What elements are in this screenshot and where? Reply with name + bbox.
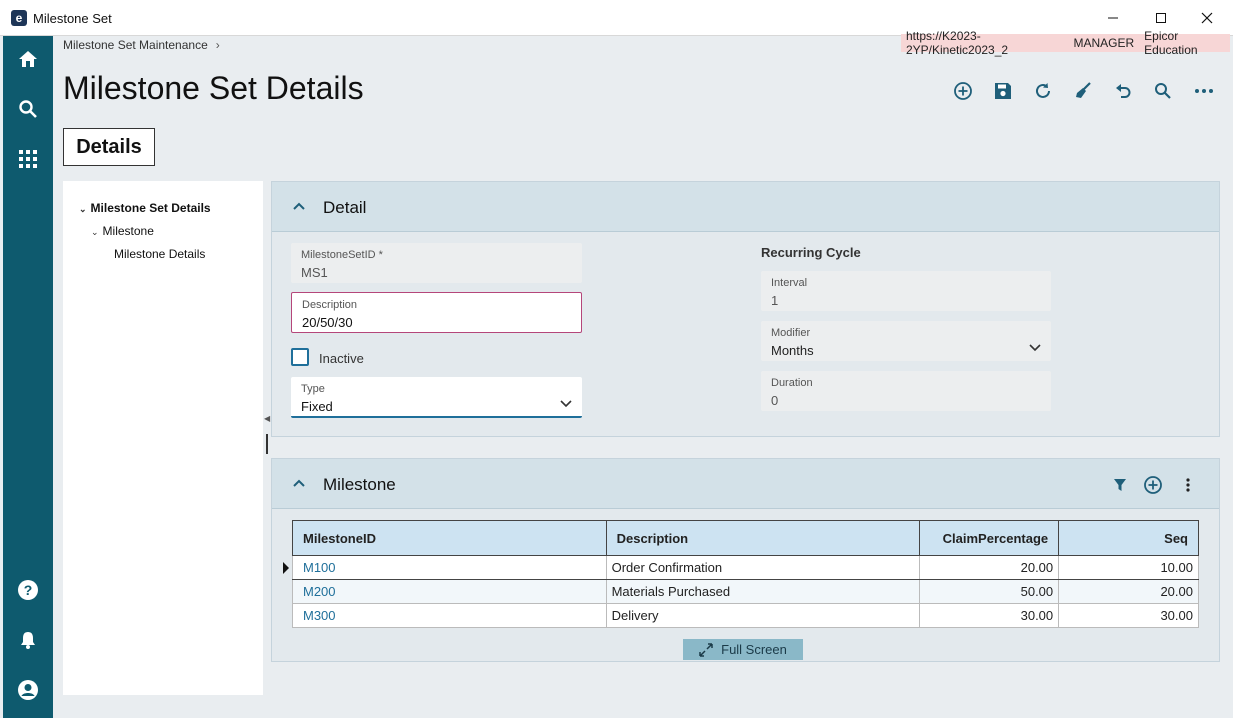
maximize-icon[interactable] <box>1146 6 1176 30</box>
detail-panel-header: Detail <box>272 182 1219 232</box>
home-icon[interactable] <box>3 39 53 79</box>
collapse-tree-icon[interactable]: ◀ <box>264 414 270 423</box>
claim-percentage-cell[interactable]: 20.00 <box>919 555 1060 580</box>
refresh-icon[interactable] <box>1031 79 1055 103</box>
tree-item-milestone-details[interactable]: Milestone Details <box>114 247 205 261</box>
field-value: 1 <box>771 293 779 308</box>
full-screen-label: Full Screen <box>721 642 787 657</box>
tree-item-label: Milestone Set Details <box>90 201 211 215</box>
environment-company: Epicor Education <box>1144 29 1198 57</box>
field-value: 0 <box>771 393 779 408</box>
description-cell[interactable]: Order Confirmation <box>605 555 921 580</box>
column-header-claimpercentage[interactable]: ClaimPercentage <box>919 520 1060 556</box>
inactive-label[interactable]: Inactive <box>319 351 364 366</box>
field-label: Interval <box>771 277 808 289</box>
seq-cell[interactable]: 10.00 <box>1058 555 1199 580</box>
notification-bell-icon[interactable] <box>3 620 53 660</box>
interval-field: Interval 1 <box>761 271 1051 311</box>
table-row[interactable]: M300 Delivery 30.00 30.00 <box>292 603 1199 628</box>
chevron-down-icon[interactable] <box>1029 339 1041 357</box>
field-label: MilestoneSetID * <box>301 249 383 261</box>
claim-percentage-cell[interactable]: 30.00 <box>919 603 1060 628</box>
seq-cell[interactable]: 20.00 <box>1058 579 1199 604</box>
apps-grid-icon[interactable] <box>3 139 53 179</box>
recurring-cycle-heading: Recurring Cycle <box>761 245 861 260</box>
column-header-description[interactable]: Description <box>605 520 921 556</box>
duration-field: Duration 0 <box>761 371 1051 411</box>
tree-item-milestone-set-details[interactable]: ⌄ Milestone Set Details <box>79 201 211 215</box>
detail-panel-title: Detail <box>323 198 367 217</box>
close-icon[interactable] <box>1192 6 1222 30</box>
inactive-checkbox[interactable] <box>291 348 309 366</box>
milestone-id-link[interactable]: M200 <box>292 579 607 604</box>
search-icon[interactable] <box>3 89 53 129</box>
clear-broom-icon[interactable] <box>1071 79 1095 103</box>
breadcrumb-separator: › <box>215 38 220 52</box>
chevron-down-icon[interactable] <box>560 395 572 413</box>
minimize-icon[interactable] <box>1098 6 1128 30</box>
grid-header-row: MilestoneID Description ClaimPercentage … <box>292 520 1199 556</box>
undo-icon[interactable] <box>1111 79 1135 103</box>
environment-user: MANAGER <box>1073 36 1135 50</box>
expand-icon <box>699 642 713 657</box>
field-value: MS1 <box>301 265 328 280</box>
table-row[interactable]: M100 Order Confirmation 20.00 10.00 <box>283 555 1199 580</box>
panel-splitter[interactable] <box>266 434 268 454</box>
milestone-id-link[interactable]: M300 <box>292 603 607 628</box>
full-screen-button[interactable]: Full Screen <box>683 639 803 660</box>
field-value[interactable]: Months <box>771 343 814 358</box>
milestone-panel-header: Milestone <box>272 459 1219 509</box>
milestone-grid: MilestoneID Description ClaimPercentage … <box>283 520 1199 628</box>
field-value[interactable]: Fixed <box>301 399 333 414</box>
svg-text:?: ? <box>24 582 33 598</box>
left-navigation: ? <box>3 36 53 718</box>
breadcrumb-label[interactable]: Milestone Set Maintenance <box>63 38 208 52</box>
filter-icon[interactable] <box>1109 474 1131 496</box>
help-icon[interactable]: ? <box>3 570 53 610</box>
more-options-icon[interactable] <box>1192 79 1216 103</box>
field-label: Description <box>302 299 358 311</box>
page-title: Milestone Set Details <box>63 70 364 106</box>
add-row-icon[interactable] <box>1142 474 1164 496</box>
window-title: Milestone Set <box>33 11 112 26</box>
tree-item-milestone[interactable]: ⌄ Milestone <box>91 224 154 238</box>
milestone-panel-title: Milestone <box>323 475 396 494</box>
chevron-up-icon[interactable] <box>292 475 306 493</box>
description-cell[interactable]: Delivery <box>605 603 921 628</box>
type-select[interactable]: Type Fixed <box>291 377 582 418</box>
milestone-id-link[interactable]: M100 <box>283 555 607 580</box>
chevron-down-icon: ⌄ <box>91 227 99 237</box>
row-selected-marker-icon <box>283 562 289 574</box>
milestone-set-id-field: MilestoneSetID * MS1 <box>291 243 582 283</box>
navigation-tree: ⌄ Milestone Set Details ⌄ Milestone Milest… <box>63 181 263 695</box>
seq-cell[interactable]: 30.00 <box>1058 603 1199 628</box>
chevron-down-icon: ⌄ <box>79 204 87 214</box>
tree-item-label: Milestone Details <box>114 247 206 261</box>
cell-value[interactable]: M100 <box>303 560 336 575</box>
user-account-icon[interactable] <box>3 670 53 710</box>
search-icon[interactable] <box>1151 79 1175 103</box>
kebab-menu-icon[interactable] <box>1177 474 1199 496</box>
field-label: Duration <box>771 377 813 389</box>
details-tab[interactable]: Details <box>63 128 155 166</box>
field-label: Modifier <box>771 327 811 339</box>
column-header-seq[interactable]: Seq <box>1058 520 1199 556</box>
claim-percentage-cell[interactable]: 50.00 <box>919 579 1060 604</box>
chevron-up-icon[interactable] <box>292 198 306 216</box>
add-new-icon[interactable] <box>951 79 975 103</box>
field-value[interactable]: 20/50/30 <box>302 315 353 330</box>
save-icon[interactable] <box>991 79 1015 103</box>
tree-item-label: Milestone <box>102 224 154 238</box>
epicor-logo-icon: e <box>11 10 27 26</box>
field-label: Type <box>301 383 325 395</box>
environment-badge: https://K2023-2YP/Kinetic2023_2 MANAGER … <box>901 29 1230 57</box>
modifier-select[interactable]: Modifier Months <box>761 321 1051 361</box>
table-row[interactable]: M200 Materials Purchased 50.00 20.00 <box>292 579 1199 604</box>
description-field[interactable]: Description 20/50/30 <box>291 292 582 333</box>
breadcrumb[interactable]: Milestone Set Maintenance › <box>63 38 220 52</box>
description-cell[interactable]: Materials Purchased <box>605 579 921 604</box>
environment-url: https://K2023-2YP/Kinetic2023_2 <box>906 29 1009 57</box>
column-header-milestoneid[interactable]: MilestoneID <box>292 520 607 556</box>
